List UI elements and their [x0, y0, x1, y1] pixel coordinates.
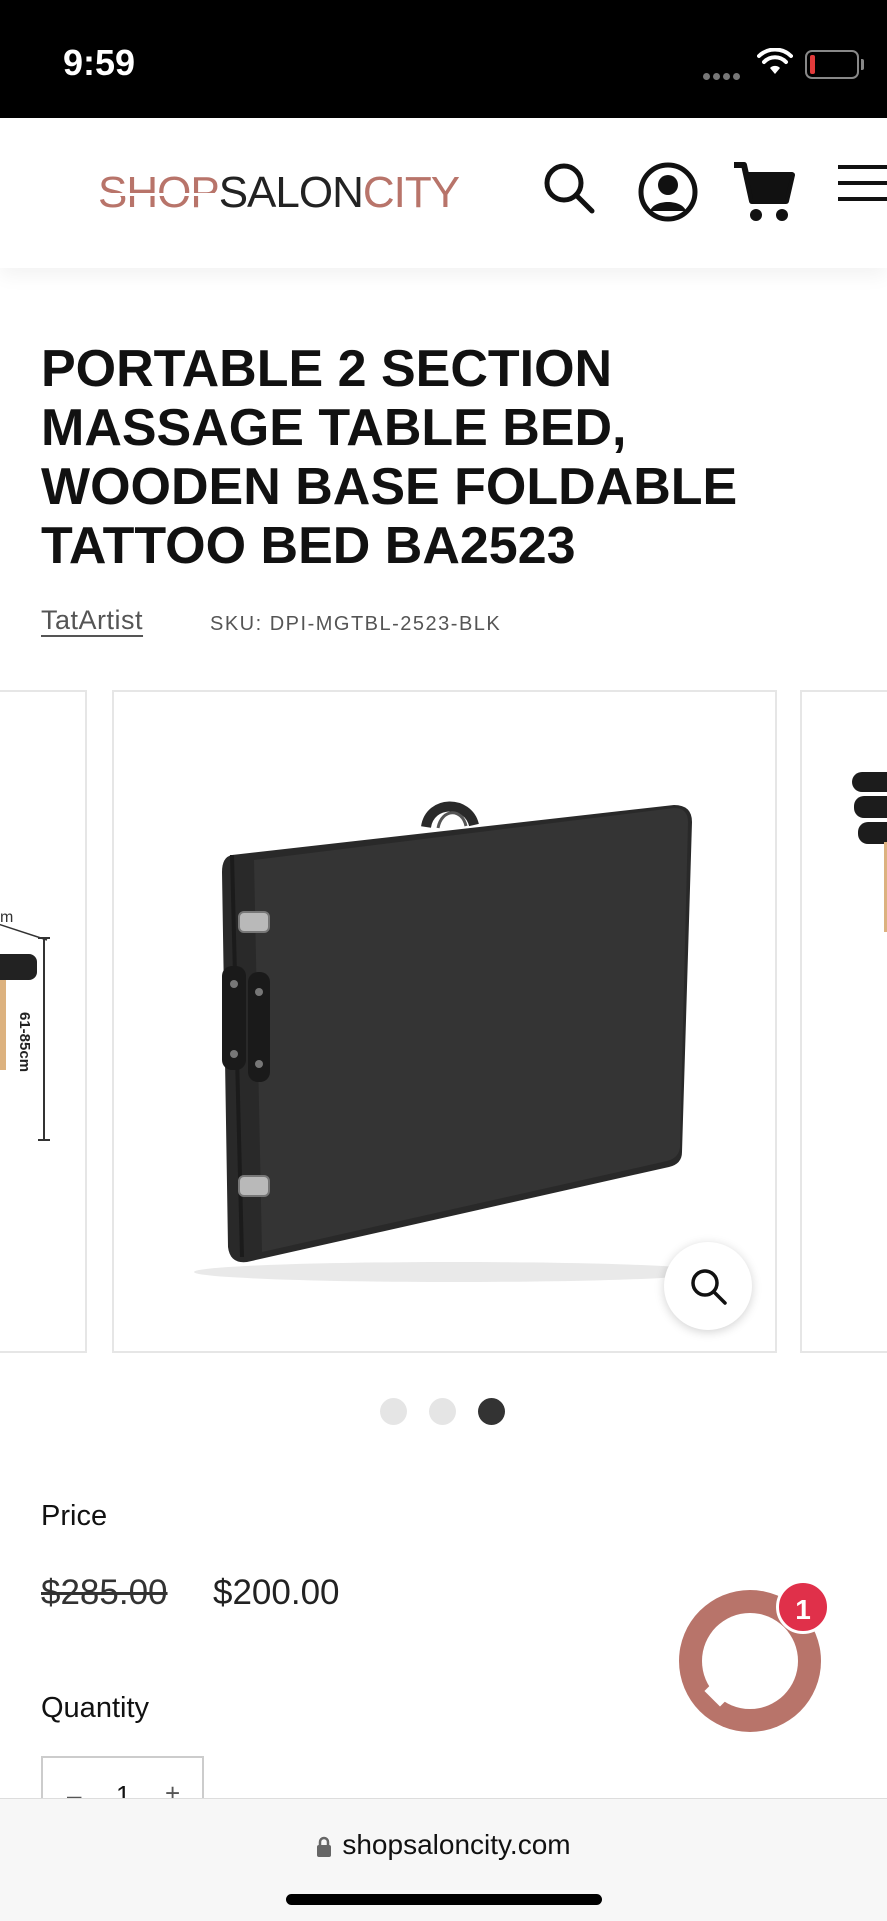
site-header: SHOPSALONCITY	[0, 118, 887, 268]
url-text: shopsaloncity.com	[342, 1829, 571, 1860]
chat-unread-badge: 1	[776, 1580, 830, 1634]
product-sku: SKU: DPI-MGTBL-2523-BLK	[210, 613, 502, 635]
price-label: Price	[41, 1500, 108, 1532]
menu-icon[interactable]	[838, 161, 887, 205]
gallery-dot-2[interactable]	[429, 1398, 456, 1425]
search-icon[interactable]	[542, 161, 596, 215]
gallery-dot-1[interactable]	[380, 1398, 407, 1425]
address-bar[interactable]: shopsaloncity.com	[0, 1829, 887, 1861]
cart-icon[interactable]	[732, 161, 796, 223]
home-indicator	[286, 1894, 602, 1905]
status-time: 9:59	[63, 42, 136, 83]
zoom-button[interactable]	[664, 1242, 752, 1330]
quantity-label: Quantity	[41, 1692, 149, 1724]
logo-salon: SALON	[218, 168, 364, 217]
dimension-label: 61-85cm	[16, 1012, 33, 1072]
zoom-icon	[691, 1269, 727, 1305]
wifi-icon	[757, 48, 793, 74]
compare-at-price: $285.00	[41, 1573, 168, 1612]
browser-bottom-bar: shopsaloncity.com	[0, 1798, 887, 1921]
lock-icon	[317, 1836, 332, 1857]
logo-shop: SHOP	[98, 168, 220, 217]
site-logo[interactable]: SHOPSALONCITY	[98, 168, 460, 218]
gallery-pagination	[380, 1398, 527, 1430]
battery-icon	[805, 50, 864, 79]
product-title: PORTABLE 2 SECTION MASSAGE TABLE BED, WO…	[41, 340, 738, 575]
table-dimensions-image: m 61-85cm	[0, 909, 50, 1141]
account-icon[interactable]	[637, 161, 699, 223]
gallery-slide-next[interactable]	[800, 690, 887, 1353]
sale-price: $200.00	[213, 1573, 340, 1612]
gallery-dot-3[interactable]	[478, 1398, 505, 1425]
cell-signal-icon	[703, 67, 743, 85]
status-bar: 9:59	[0, 0, 887, 118]
logo-city: CITY	[362, 168, 460, 217]
vendor-link[interactable]: TatArtist	[41, 605, 143, 636]
svg-text:m: m	[0, 909, 13, 926]
chat-icon	[702, 1613, 798, 1709]
table-side-image	[852, 772, 887, 932]
gallery-slide-prev[interactable]: m 61-85cm	[0, 690, 87, 1353]
gallery-slide-main[interactable]	[112, 690, 777, 1353]
